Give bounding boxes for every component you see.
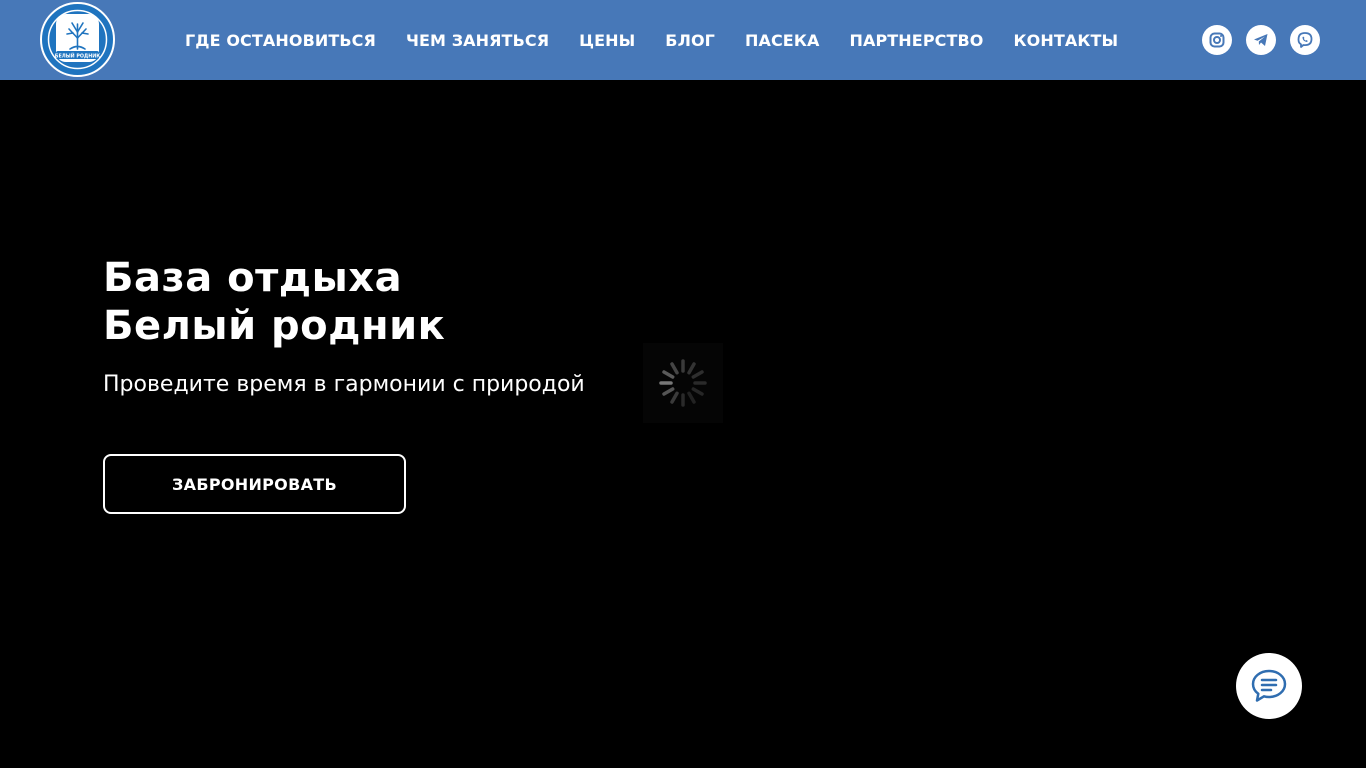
- viber-icon[interactable]: [1290, 25, 1320, 55]
- main-nav: ГДЕ ОСТАНОВИТЬСЯ ЧЕМ ЗАНЯТЬСЯ ЦЕНЫ БЛОГ …: [185, 0, 1118, 80]
- nav-item-prices[interactable]: ЦЕНЫ: [579, 31, 635, 50]
- hero-title-line-2: Белый родник: [103, 303, 446, 349]
- nav-item-where-to-stay[interactable]: ГДЕ ОСТАНОВИТЬСЯ: [185, 31, 376, 50]
- site-header: БЕЛЫЙ РОДНИК ГДЕ ОСТАНОВИТЬСЯ ЧЕМ ЗАНЯТЬ…: [0, 0, 1366, 80]
- chat-bubble-icon: [1251, 669, 1287, 702]
- nav-item-apiary[interactable]: ПАСЕКА: [745, 31, 820, 50]
- telegram-icon[interactable]: [1246, 25, 1276, 55]
- hero-title-line-1: База отдыха: [103, 255, 403, 301]
- instagram-icon[interactable]: [1202, 25, 1232, 55]
- social-links: [1202, 25, 1320, 55]
- nav-item-contacts[interactable]: КОНТАКТЫ: [1014, 31, 1119, 50]
- hero-title: База отдыха Белый родник: [103, 254, 445, 350]
- loading-spinner-icon: [643, 343, 723, 423]
- chat-button[interactable]: [1236, 653, 1302, 719]
- nav-item-what-to-do[interactable]: ЧЕМ ЗАНЯТЬСЯ: [406, 31, 549, 50]
- book-button[interactable]: ЗАБРОНИРОВАТЬ: [103, 454, 406, 514]
- hero-subtitle: Проведите время в гармонии с природой: [103, 372, 585, 397]
- site-logo[interactable]: БЕЛЫЙ РОДНИК: [40, 2, 115, 77]
- nav-item-partnership[interactable]: ПАРТНЕРСТВО: [849, 31, 983, 50]
- nav-item-blog[interactable]: БЛОГ: [665, 31, 715, 50]
